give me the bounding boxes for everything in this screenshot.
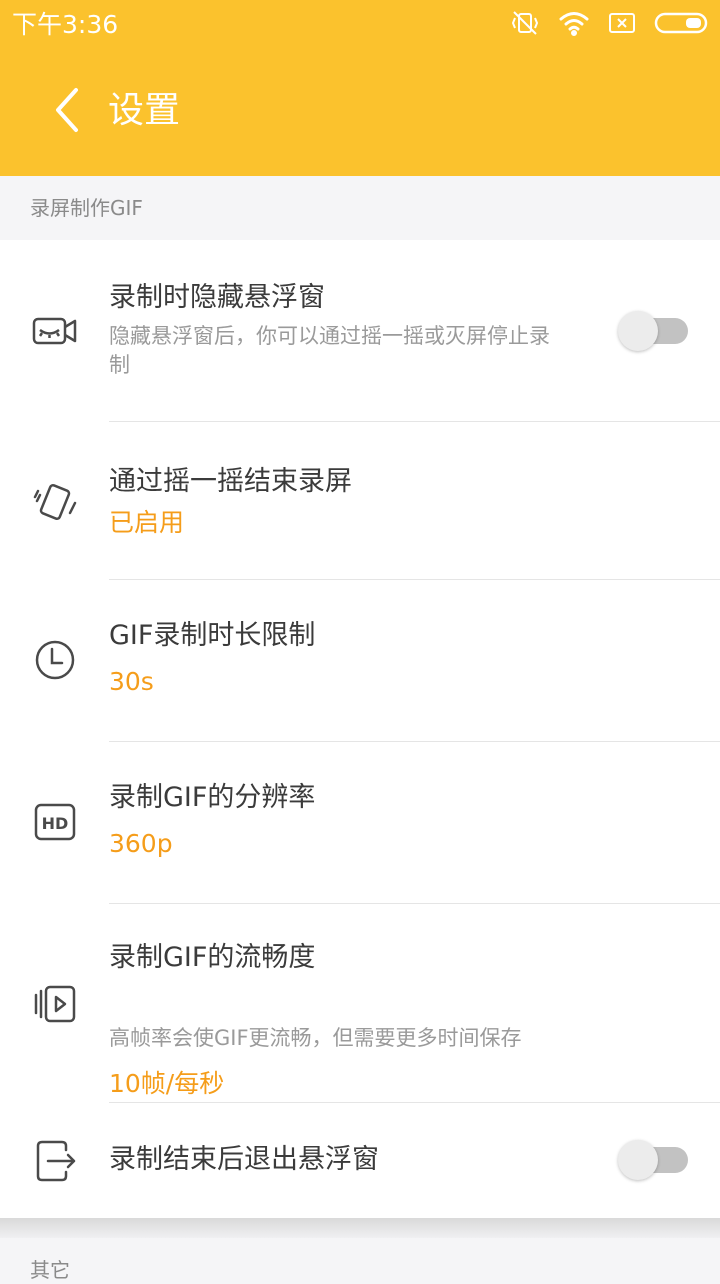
hd-icon: HD	[30, 797, 80, 847]
shake-phone-icon	[30, 477, 80, 527]
app-bar: 设置	[0, 50, 720, 176]
setting-title: 录制结束后退出悬浮窗	[109, 1144, 379, 1175]
toggle-knob	[618, 1140, 658, 1180]
settings-list: 录制时隐藏悬浮窗 隐藏悬浮窗后，你可以通过摇一摇或灭屏停止录制 通过摇一摇结束录…	[0, 240, 720, 1218]
setting-description: 隐藏悬浮窗后，你可以通过摇一摇或灭屏停止录制	[109, 324, 550, 377]
setting-gif-duration-limit[interactable]: GIF录制时长限制 30s	[0, 580, 720, 741]
setting-title: 录制时隐藏悬浮窗	[109, 282, 325, 313]
wifi-icon	[558, 10, 590, 40]
status-bar: 下午3:36	[0, 0, 720, 50]
setting-value: 360p	[109, 829, 173, 858]
section-header-label: 录屏制作GIF	[30, 196, 143, 220]
setting-title: 录制GIF的分辨率	[109, 782, 316, 813]
toggle-knob	[618, 311, 658, 351]
setting-gif-resolution[interactable]: HD 录制GIF的分辨率 360p	[0, 742, 720, 903]
section-header-other: 其它	[0, 1238, 720, 1282]
frames-icon	[30, 979, 80, 1029]
exit-floating-window-toggle[interactable]	[618, 1140, 690, 1180]
section-separator	[0, 1218, 720, 1238]
page-title: 设置	[108, 90, 181, 131]
setting-value: 已启用	[109, 508, 185, 537]
clock-icon	[30, 635, 80, 685]
setting-value: 10帧/每秒	[109, 1069, 225, 1098]
setting-title: 通过摇一摇结束录屏	[109, 466, 352, 497]
setting-shake-to-stop[interactable]: 通过摇一摇结束录屏 已启用	[0, 422, 720, 579]
exit-icon	[30, 1136, 80, 1186]
setting-title: GIF录制时长限制	[109, 620, 316, 651]
setting-hide-floating-window[interactable]: 录制时隐藏悬浮窗 隐藏悬浮窗后，你可以通过摇一摇或灭屏停止录制	[0, 240, 720, 421]
setting-value: 30s	[109, 667, 154, 696]
setting-gif-frame-rate[interactable]: 录制GIF的流畅度 高帧率会使GIF更流畅，但需要更多时间保存 10帧/每秒	[0, 904, 720, 1102]
back-button[interactable]	[38, 82, 98, 142]
hide-floating-window-toggle[interactable]	[618, 311, 690, 351]
vibrate-off-icon	[510, 8, 540, 42]
back-arrow-icon	[48, 87, 88, 137]
sim-x-icon	[608, 11, 636, 39]
status-time: 下午3:36	[12, 10, 119, 39]
setting-exit-floating-window[interactable]: 录制结束后退出悬浮窗	[0, 1103, 720, 1218]
battery-icon	[654, 11, 708, 39]
section-header-record-gif: 录屏制作GIF	[0, 176, 720, 240]
svg-text:HD: HD	[42, 814, 69, 833]
setting-title: 录制GIF的流畅度	[109, 942, 316, 973]
setting-description: 高帧率会使GIF更流畅，但需要更多时间保存	[109, 1026, 522, 1050]
camera-eye-icon	[30, 306, 80, 356]
